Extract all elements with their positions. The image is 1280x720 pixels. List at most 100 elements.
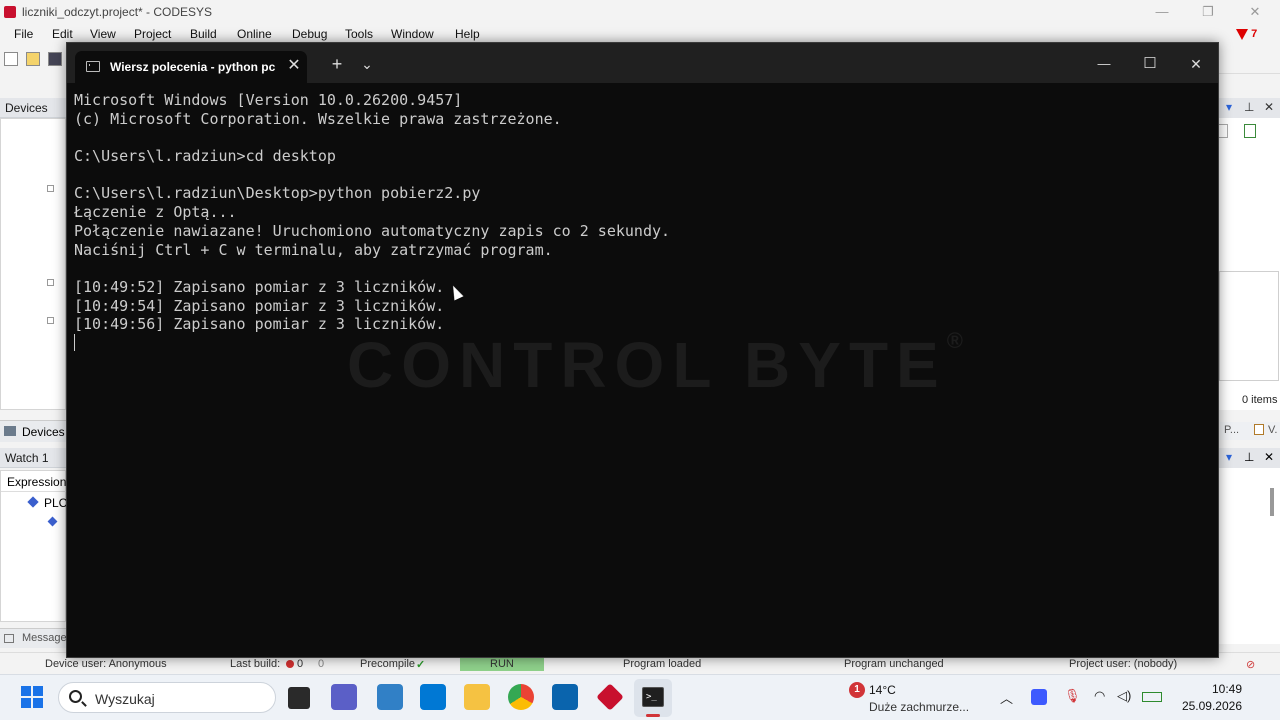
devices-tab-icon: [4, 426, 16, 436]
menu-debug[interactable]: Debug: [292, 27, 327, 41]
menu-file[interactable]: File: [14, 27, 33, 41]
app-tray-icon[interactable]: [1031, 689, 1047, 705]
terminal-line: [10:49:52] Zapisano pomiar z 3 liczników…: [74, 277, 445, 296]
terminal-glyph-icon: >_: [642, 687, 664, 707]
menu-help[interactable]: Help: [455, 27, 480, 41]
right-tab-v[interactable]: V.: [1268, 424, 1277, 436]
right-pane-header: ▾ ⊥ ✕: [1218, 98, 1280, 118]
windows-start-icon[interactable]: [21, 686, 43, 708]
microsoft-store-icon[interactable]: [420, 684, 446, 710]
codesys-titlebar: liczniki_odczyt.project* - CODESYS — ❐ ✕: [0, 0, 1280, 24]
close-pane-icon[interactable]: ✕: [1264, 450, 1274, 464]
menu-window[interactable]: Window: [391, 27, 434, 41]
watch-pane: Expression PLC: [0, 470, 67, 622]
terminal-tab[interactable]: Wiersz polecenia - python pc ✕: [75, 51, 307, 83]
devices-tab[interactable]: Devices: [0, 420, 66, 442]
menu-online[interactable]: Online: [237, 27, 272, 41]
codesys-close-button[interactable]: ✕: [1245, 3, 1265, 21]
save-project-icon[interactable]: [48, 52, 62, 66]
status-last-build: Last build:: [230, 658, 281, 670]
right-docked-pane-2: ▾ ⊥ ✕: [1218, 448, 1280, 644]
terminal-maximize-button[interactable]: ☐: [1139, 53, 1161, 75]
weather-widget[interactable]: 1 14°C Duże zachmurze...: [846, 680, 986, 716]
tab-close-icon[interactable]: ✕: [285, 57, 303, 75]
weather-temperature: 14°C: [869, 683, 896, 697]
dropdown-icon[interactable]: ▾: [1226, 450, 1232, 464]
terminal-line: Naciśnij Ctrl + C w terminalu, aby zatrz…: [74, 240, 553, 259]
outlook-icon[interactable]: [552, 684, 578, 710]
tab-dropdown-button[interactable]: ⌄: [357, 53, 377, 75]
doc-icon[interactable]: [1218, 124, 1228, 138]
pin-icon[interactable]: ⊥: [1244, 450, 1254, 464]
devices-tree: [0, 118, 66, 410]
chevron-up-icon[interactable]: ︿: [1000, 688, 1013, 707]
messages-alert[interactable]: 7: [1236, 28, 1257, 40]
codesys-taskbar-icon[interactable]: [596, 683, 624, 711]
weather-description: Duże zachmurze...: [869, 700, 970, 714]
menu-view[interactable]: View: [90, 27, 116, 41]
new-tab-button[interactable]: +: [327, 53, 347, 75]
codesys-restore-button[interactable]: ❐: [1198, 3, 1218, 21]
scrollbar-thumb[interactable]: [1270, 488, 1274, 516]
taskbar-search-input[interactable]: Wyszukaj: [58, 682, 276, 713]
chrome-icon[interactable]: [508, 684, 534, 710]
windows-taskbar: Wyszukaj >_ 1 14°C Duże zachmurze... ︿ 🎙…: [0, 674, 1280, 720]
terminal-minimize-button[interactable]: —: [1093, 53, 1115, 75]
terminal-output[interactable]: CONTROL BYTE® Microsoft Windows [Version…: [67, 83, 1218, 657]
taskbar-clock[interactable]: 10:49 25.09.2026: [1172, 681, 1242, 715]
right-docked-pane: ▾ ⊥ ✕: [1218, 98, 1280, 410]
status-program-loaded: Program loaded: [623, 658, 702, 670]
battery-icon[interactable]: [1142, 692, 1162, 702]
search-placeholder: Wyszukaj: [95, 691, 155, 707]
watermark-logo: CONTROL BYTE®: [347, 328, 963, 401]
file-explorer-icon[interactable]: [464, 684, 490, 710]
terminal-line: [10:49:54] Zapisano pomiar z 3 liczników…: [74, 296, 445, 315]
terminal-close-button[interactable]: ✕: [1185, 53, 1207, 75]
tree-expander-icon[interactable]: [47, 185, 54, 192]
terminal-line: Połączenie nawiazane! Uruchomiono automa…: [74, 221, 671, 240]
tree-expander-icon[interactable]: [47, 317, 54, 324]
wifi-icon[interactable]: ◠: [1094, 688, 1105, 704]
volume-icon[interactable]: ◁): [1117, 688, 1131, 704]
task-view-icon[interactable]: [288, 687, 310, 709]
codesys-minimize-button[interactable]: —: [1152, 3, 1172, 21]
doc-green-icon[interactable]: [1244, 124, 1256, 138]
divider: [1, 491, 67, 492]
menu-build[interactable]: Build: [190, 27, 217, 41]
terminal-line: (c) Microsoft Corporation. Wszelkie praw…: [74, 109, 562, 128]
teams-icon[interactable]: [331, 684, 357, 710]
plc-icon: [27, 496, 39, 508]
dropdown-icon[interactable]: ▾: [1226, 100, 1232, 114]
terminal-line: C:\Users\l.radziun\Desktop>python pobier…: [74, 184, 481, 203]
network-error-icon[interactable]: ⊘: [1246, 658, 1255, 671]
snipping-tool-icon[interactable]: [377, 684, 403, 710]
microphone-icon[interactable]: 🎙: [1064, 688, 1081, 704]
error-icon: [286, 660, 294, 669]
menu-project[interactable]: Project: [134, 27, 171, 41]
right-tab-p[interactable]: P...: [1224, 424, 1239, 436]
status-warnings: 0: [318, 658, 325, 670]
menu-edit[interactable]: Edit: [52, 27, 73, 41]
devices-tab-label: Devices: [22, 425, 65, 439]
search-icon: [69, 690, 82, 703]
items-count: 0 items: [1242, 394, 1278, 406]
open-project-icon[interactable]: [26, 52, 40, 66]
tree-expander-icon[interactable]: [47, 279, 54, 286]
precompile-ok-icon: ✓: [416, 659, 426, 671]
terminal-taskbar-icon[interactable]: >_: [634, 679, 672, 717]
status-device-user: Device user: Anonymous: [45, 658, 167, 670]
menu-tools[interactable]: Tools: [345, 27, 373, 41]
codesys-title: liczniki_odczyt.project* - CODESYS: [22, 5, 213, 19]
new-project-icon[interactable]: [4, 52, 18, 66]
pin-icon[interactable]: ⊥: [1244, 100, 1254, 114]
text-cursor: [74, 334, 75, 351]
alert-count: 7: [1251, 28, 1258, 40]
codesys-app-icon: [4, 6, 16, 18]
close-pane-icon[interactable]: ✕: [1264, 100, 1274, 114]
messages-tab[interactable]: Message: [0, 628, 67, 648]
codesys-toolbar-right: [1218, 44, 1280, 74]
tree-item-plc[interactable]: PLC: [44, 496, 67, 510]
clock-time: 10:49: [1211, 682, 1242, 696]
